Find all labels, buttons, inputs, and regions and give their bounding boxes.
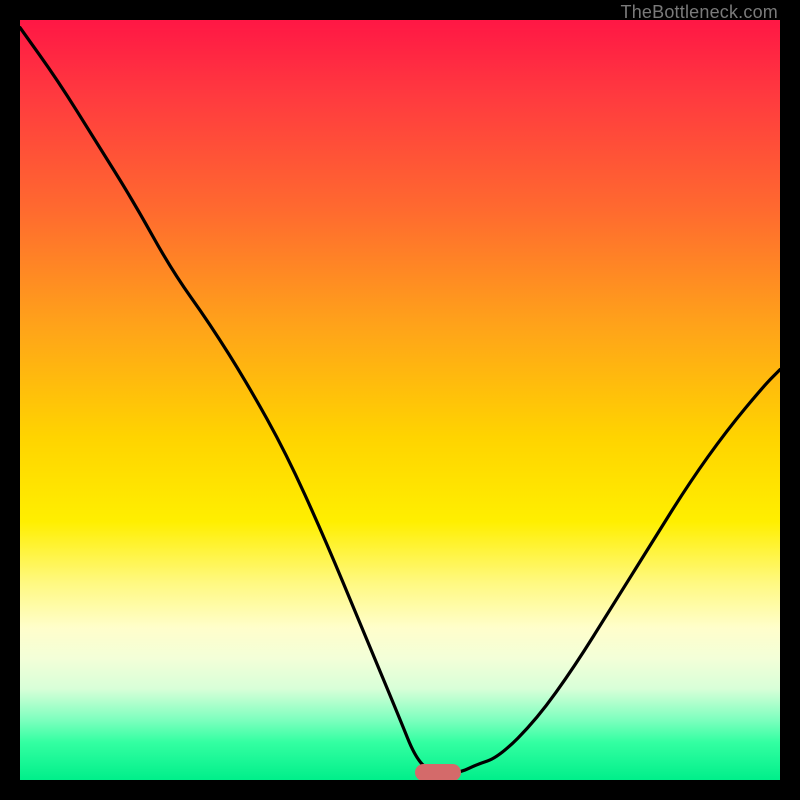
sweet-spot-marker: [415, 764, 461, 780]
bottleneck-curve: [20, 20, 780, 780]
curve-layer: [20, 20, 780, 780]
watermark: TheBottleneck.com: [621, 2, 778, 23]
plot-area: [20, 20, 780, 780]
chart-frame: TheBottleneck.com: [0, 0, 800, 800]
